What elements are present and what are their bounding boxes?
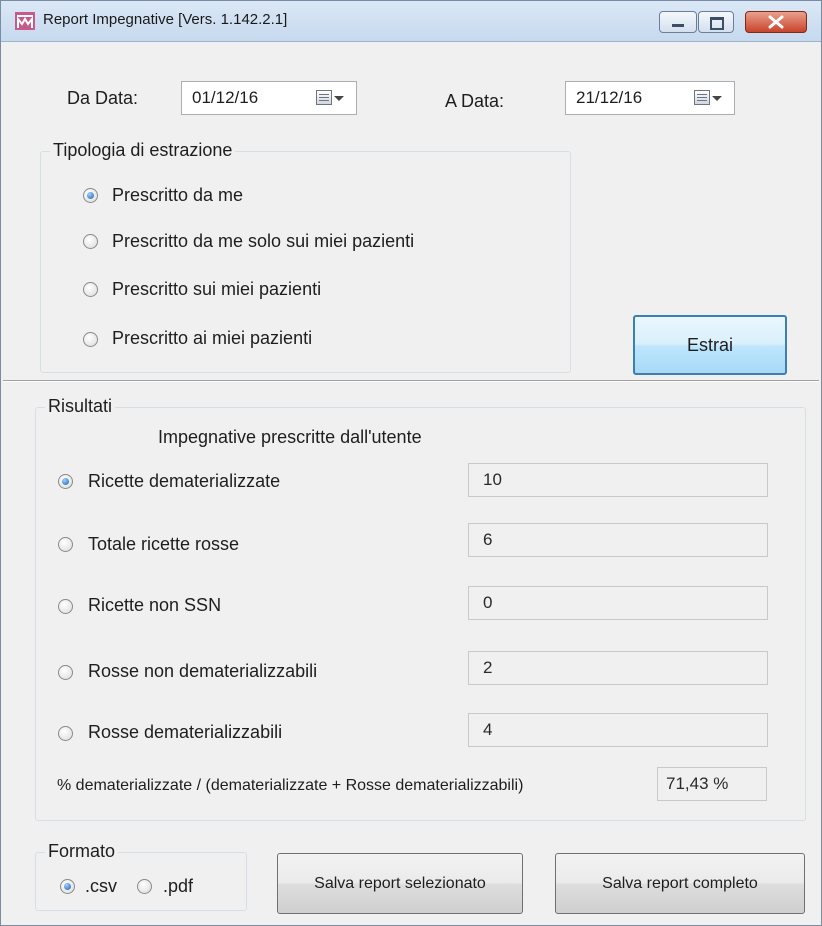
chevron-down-icon[interactable]: [334, 96, 344, 101]
radio-format-csv[interactable]: [60, 879, 75, 894]
radio-ricette-non-ssn[interactable]: [58, 599, 73, 614]
percent-value: 71,43 %: [666, 774, 729, 793]
close-icon: [768, 15, 784, 29]
from-date-value: 01/12/16: [192, 88, 259, 107]
radio-prescritto-da-me[interactable]: [83, 188, 98, 203]
percent-label: % dematerializzate / (dematerializzate +…: [57, 777, 524, 794]
value-rosse-dematerializzabili: 4: [468, 713, 768, 747]
radio-label-prescritto-da-me-solo-miei-pazienti[interactable]: Prescritto da me solo sui miei pazienti: [112, 231, 414, 252]
value-text: 10: [483, 470, 502, 489]
results-legend: Risultati: [45, 396, 116, 417]
maximize-icon: [710, 17, 724, 30]
save-complete-report-button[interactable]: Salva report completo: [555, 853, 805, 914]
radio-totale-ricette-rosse[interactable]: [58, 537, 73, 552]
calendar-icon[interactable]: [316, 90, 332, 105]
value-text: 6: [483, 530, 493, 549]
to-date-picker[interactable]: 21/12/16: [565, 81, 735, 115]
save-selected-report-button[interactable]: Salva report selezionato: [277, 853, 523, 914]
calendar-icon[interactable]: [694, 90, 710, 105]
value-text: 4: [483, 720, 493, 739]
value-totale-ricette-rosse: 6: [468, 523, 768, 557]
radio-label-prescritto-ai-miei-pazienti[interactable]: Prescritto ai miei pazienti: [112, 328, 312, 349]
minimize-button[interactable]: [659, 11, 697, 33]
label-ricette-dematerializzate[interactable]: Ricette dematerializzate: [88, 471, 280, 492]
radio-format-pdf[interactable]: [137, 879, 152, 894]
radio-label-format-pdf[interactable]: .pdf: [163, 876, 193, 897]
label-ricette-non-ssn[interactable]: Ricette non SSN: [88, 595, 221, 616]
radio-rosse-non-dematerializzabili[interactable]: [58, 665, 73, 680]
chevron-down-icon[interactable]: [712, 96, 722, 101]
from-date-picker[interactable]: 01/12/16: [181, 81, 357, 115]
radio-rosse-dematerializzabili[interactable]: [58, 726, 73, 741]
extraction-type-legend: Tipologia di estrazione: [50, 140, 236, 161]
radio-prescritto-sui-miei-pazienti[interactable]: [83, 282, 98, 297]
minimize-icon: [672, 24, 684, 27]
radio-prescritto-ai-miei-pazienti[interactable]: [83, 332, 98, 347]
title-bar[interactable]: Report Impegnative [Vers. 1.142.2.1]: [1, 1, 821, 42]
extract-button[interactable]: Estrai: [633, 315, 787, 375]
value-text: 2: [483, 658, 493, 677]
radio-ricette-dematerializzate[interactable]: [58, 474, 73, 489]
value-ricette-dematerializzate: 10: [468, 463, 768, 497]
results-subtitle: Impegnative prescritte dall'utente: [158, 427, 422, 447]
from-date-label: Da Data:: [67, 88, 139, 108]
radio-prescritto-da-me-solo-miei-pazienti[interactable]: [83, 234, 98, 249]
section-divider: [3, 380, 819, 382]
value-text: 0: [483, 593, 493, 612]
radio-label-prescritto-sui-miei-pazienti[interactable]: Prescritto sui miei pazienti: [112, 279, 321, 300]
label-rosse-non-dematerializzabili[interactable]: Rosse non dematerializzabili: [88, 661, 317, 682]
to-date-label: A Data:: [445, 91, 505, 111]
report-window: Report Impegnative [Vers. 1.142.2.1] Da …: [0, 0, 822, 926]
app-logo-icon: [15, 12, 35, 30]
percent-value-field: 71,43 %: [657, 767, 767, 801]
value-rosse-non-dematerializzabili: 2: [468, 651, 768, 685]
label-rosse-dematerializzabili[interactable]: Rosse dematerializzabili: [88, 722, 282, 743]
label-totale-ricette-rosse[interactable]: Totale ricette rosse: [88, 534, 239, 555]
value-ricette-non-ssn: 0: [468, 586, 768, 620]
format-legend: Formato: [45, 841, 119, 862]
maximize-button[interactable]: [698, 11, 734, 33]
window-title: Report Impegnative [Vers. 1.142.2.1]: [43, 11, 288, 28]
radio-label-format-csv[interactable]: .csv: [85, 876, 117, 897]
to-date-value: 21/12/16: [576, 88, 643, 107]
radio-label-prescritto-da-me[interactable]: Prescritto da me: [112, 185, 243, 206]
close-button[interactable]: [745, 11, 807, 33]
